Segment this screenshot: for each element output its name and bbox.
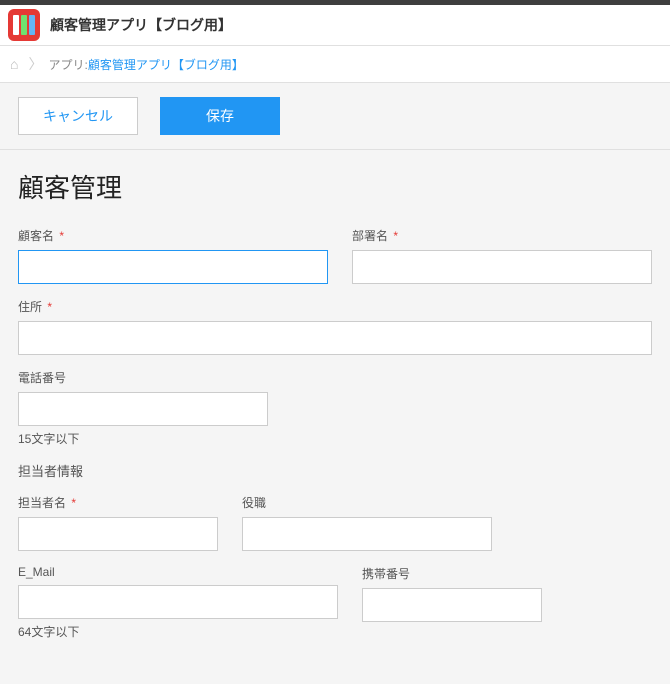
breadcrumb-label: アプリ: xyxy=(48,56,87,73)
field-email: E_Mail 64文字以下 xyxy=(18,565,338,640)
form-area: 顧客管理 顧客名 * 部署名 * 住所 * 電話番号 xyxy=(0,150,670,684)
app-icon xyxy=(8,9,40,41)
label-mobile: 携帯番号 xyxy=(362,565,542,582)
section-contact-info: 担当者情報 xyxy=(18,461,652,480)
input-mobile[interactable] xyxy=(362,588,542,622)
hint-email: 64文字以下 xyxy=(18,623,338,640)
label-department: 部署名 * xyxy=(352,227,652,244)
breadcrumb: ⌂ 〉 アプリ: 顧客管理アプリ【ブログ用】 xyxy=(0,46,670,83)
required-mark: * xyxy=(393,229,398,243)
field-contact-name: 担当者名 * xyxy=(18,494,218,551)
field-department: 部署名 * xyxy=(352,227,652,284)
field-address: 住所 * xyxy=(18,298,652,355)
label-email: E_Mail xyxy=(18,565,338,579)
input-department[interactable] xyxy=(352,250,652,284)
app-header: 顧客管理アプリ【ブログ用】 xyxy=(0,5,670,46)
field-mobile: 携帯番号 xyxy=(362,565,542,640)
input-phone[interactable] xyxy=(18,392,268,426)
save-button[interactable]: 保存 xyxy=(160,97,280,135)
field-role: 役職 xyxy=(242,494,492,551)
hint-phone: 15文字以下 xyxy=(18,430,268,447)
label-address: 住所 * xyxy=(18,298,652,315)
input-role[interactable] xyxy=(242,517,492,551)
input-contact-name[interactable] xyxy=(18,517,218,551)
label-contact-name: 担当者名 * xyxy=(18,494,218,511)
label-phone: 電話番号 xyxy=(18,369,268,386)
input-email[interactable] xyxy=(18,585,338,619)
field-customer-name: 顧客名 * xyxy=(18,227,328,284)
field-phone: 電話番号 15文字以下 xyxy=(18,369,268,447)
required-mark: * xyxy=(59,229,64,243)
app-title: 顧客管理アプリ【ブログ用】 xyxy=(50,15,232,35)
action-bar: キャンセル 保存 xyxy=(0,83,670,150)
page-title: 顧客管理 xyxy=(18,168,652,205)
label-role: 役職 xyxy=(242,494,492,511)
input-address[interactable] xyxy=(18,321,652,355)
required-mark: * xyxy=(71,496,76,510)
breadcrumb-link[interactable]: 顧客管理アプリ【ブログ用】 xyxy=(88,56,244,73)
home-icon[interactable]: ⌂ xyxy=(10,56,18,72)
breadcrumb-separator-icon: 〉 xyxy=(28,54,42,74)
required-mark: * xyxy=(47,300,52,314)
cancel-button[interactable]: キャンセル xyxy=(18,97,138,135)
label-customer-name: 顧客名 * xyxy=(18,227,328,244)
input-customer-name[interactable] xyxy=(18,250,328,284)
